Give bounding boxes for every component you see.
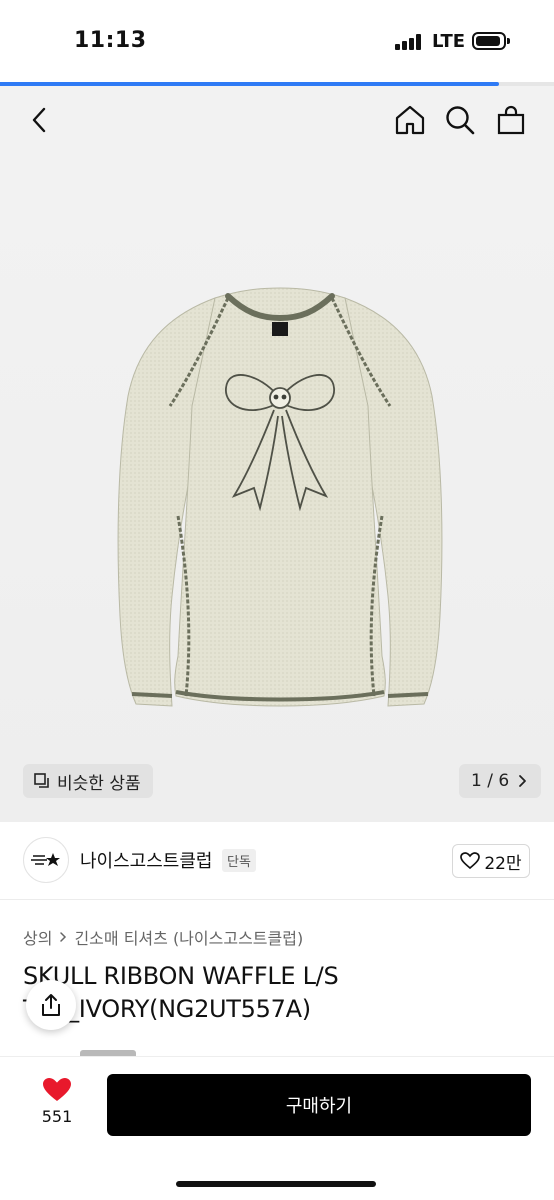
product-like-button[interactable]: 551 xyxy=(34,1077,80,1126)
chevron-right-icon xyxy=(60,932,67,942)
copy-icon xyxy=(34,773,49,788)
similar-products-label: 비슷한 상품 xyxy=(57,773,141,794)
search-icon xyxy=(446,106,475,135)
carrier-label: LTE xyxy=(432,31,466,52)
similar-products-button[interactable]: 비슷한 상품 xyxy=(23,764,153,798)
home-button[interactable] xyxy=(392,102,428,138)
brand-name[interactable]: 나이스고스트클럽 xyxy=(80,847,212,873)
top-nav-bar xyxy=(0,86,554,156)
product-image xyxy=(117,287,443,707)
product-image-gallery[interactable]: 비슷한 상품 1 / 6 xyxy=(0,156,554,822)
heart-filled-icon xyxy=(43,1078,71,1101)
brand-logo-mark xyxy=(31,853,60,866)
cart-button[interactable] xyxy=(493,102,529,138)
brand-logo[interactable] xyxy=(23,837,69,883)
home-indicator xyxy=(176,1181,376,1187)
back-button[interactable] xyxy=(22,102,58,138)
share-button[interactable] xyxy=(26,980,76,1030)
breadcrumb: 상의 긴소매 티셔츠 (나이스고스트클럽) xyxy=(23,925,303,949)
back-icon xyxy=(32,107,46,133)
image-counter-button[interactable]: 1 / 6 xyxy=(459,764,542,798)
status-bar: 11:13 LTE xyxy=(0,0,554,82)
battery-icon xyxy=(472,32,510,50)
breadcrumb-category[interactable]: 상의 xyxy=(23,925,52,949)
chevron-right-icon xyxy=(519,775,527,787)
brand-like-button[interactable]: 22만 xyxy=(452,844,530,878)
bag-icon xyxy=(497,105,525,135)
share-icon xyxy=(42,994,60,1016)
exclusive-badge: 단독 xyxy=(222,849,256,872)
status-time: 11:13 xyxy=(74,28,147,53)
home-icon xyxy=(395,105,425,135)
heart-outline-icon xyxy=(460,852,481,870)
breadcrumb-subcategory[interactable]: 긴소매 티셔츠 (나이스고스트클럽) xyxy=(74,925,303,949)
signal-icon xyxy=(395,34,423,50)
bottom-purchase-bar: 551 구매하기 xyxy=(0,1056,554,1200)
brand-like-count: 22만 xyxy=(484,853,522,874)
search-button[interactable] xyxy=(442,102,478,138)
product-like-count: 551 xyxy=(41,1107,73,1126)
image-counter: 1 / 6 xyxy=(471,771,510,791)
product-title: SKULL RIBBON WAFFLE L/S TEE_IVORY(NG2UT5… xyxy=(23,962,339,1023)
buy-button[interactable]: 구매하기 xyxy=(107,1074,531,1136)
brand-row: 나이스고스트클럽 단독 22만 xyxy=(0,822,554,900)
